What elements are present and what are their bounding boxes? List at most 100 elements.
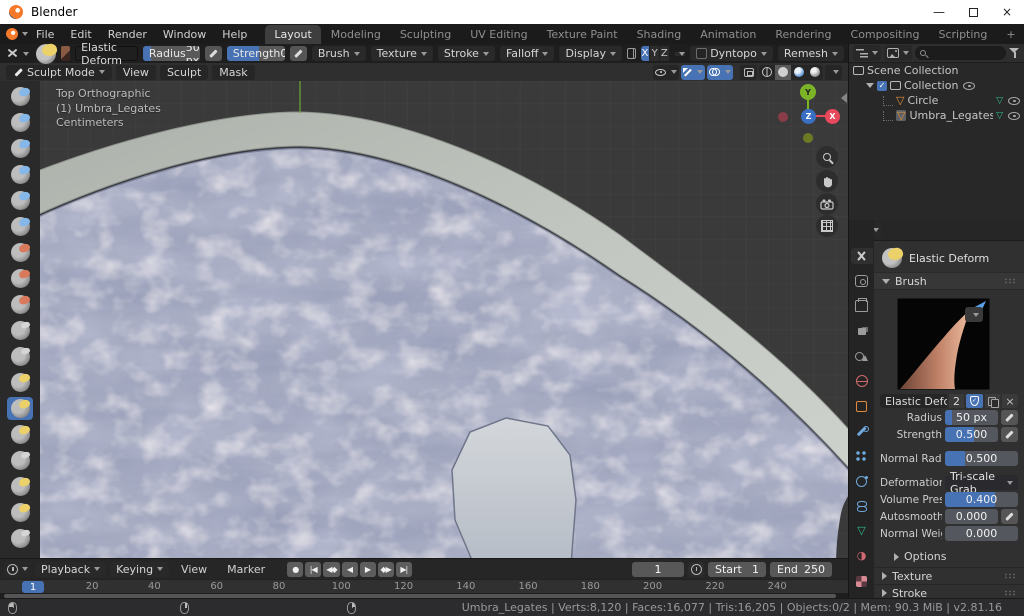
- radius-pressure-toggle[interactable]: [205, 46, 222, 61]
- disclosure-triangle-icon[interactable]: [866, 83, 874, 88]
- tool-header-dropdown[interactable]: Display: [559, 46, 622, 61]
- workspace-tab[interactable]: +: [997, 25, 1024, 44]
- workspace-tab[interactable]: Rendering: [766, 25, 840, 44]
- scrollbar-thumb[interactable]: [4, 594, 836, 598]
- outliner-item-label[interactable]: Circle: [907, 94, 938, 107]
- tab-constraints[interactable]: [851, 498, 873, 514]
- sculpt-tool-button[interactable]: [7, 423, 33, 446]
- duplicate-brush-button[interactable]: [985, 394, 1000, 408]
- strength-pressure-toggle[interactable]: [290, 46, 307, 61]
- transport-button[interactable]: ◆▶: [378, 562, 394, 577]
- strength-slider[interactable]: Strength 0.500: [227, 46, 285, 61]
- workspace-tab[interactable]: UV Editing: [461, 25, 536, 44]
- tool-header-dropdown[interactable]: Falloff: [500, 46, 554, 61]
- remesh-dropdown[interactable]: Remesh: [778, 46, 844, 61]
- minimize-button[interactable]: —: [922, 0, 956, 24]
- sculpt-tool-button[interactable]: [7, 137, 33, 160]
- collection-checkbox[interactable]: ✓: [877, 81, 887, 91]
- symmetry-axis-toggle[interactable]: X: [641, 46, 651, 61]
- sculpt-tool-button[interactable]: [7, 111, 33, 134]
- properties-editor-type-button[interactable]: [874, 222, 882, 238]
- timeline-view-menu[interactable]: View: [173, 563, 215, 576]
- property-slider[interactable]: 0.000: [945, 509, 998, 524]
- menubar-item[interactable]: Window: [155, 28, 214, 41]
- sidebar-collapse-arrow[interactable]: [841, 93, 847, 103]
- show-overlays-toggle[interactable]: [707, 65, 733, 80]
- menubar-item[interactable]: Render: [100, 28, 155, 41]
- shading-material-button[interactable]: [791, 65, 807, 80]
- outliner-row[interactable]: ✓ Collection: [849, 78, 1024, 93]
- sculpt-tool-button[interactable]: [7, 267, 33, 290]
- hide-in-viewport-toggle[interactable]: [1008, 97, 1020, 105]
- viewport-menu[interactable]: View: [116, 65, 156, 80]
- brush-name-field[interactable]: Elastic Deform: [75, 46, 138, 61]
- brush-icon[interactable]: [36, 44, 56, 64]
- brush-name-input[interactable]: Elastic Defor..: [880, 394, 947, 408]
- sculpt-tool-button[interactable]: [7, 371, 33, 394]
- tab-object[interactable]: [851, 398, 873, 414]
- sculpt-tool-button[interactable]: [7, 449, 33, 472]
- sculpt-tool-button[interactable]: [7, 501, 33, 524]
- timeline-marker-menu[interactable]: Marker: [219, 563, 273, 576]
- shading-solid-button[interactable]: [775, 65, 791, 80]
- property-slider[interactable]: 50 px: [945, 410, 998, 425]
- brush-preview[interactable]: [897, 298, 990, 390]
- sculpt-tool-button[interactable]: [7, 475, 33, 498]
- show-gizmo-toggle[interactable]: [681, 65, 705, 80]
- toggle-orthographic-button[interactable]: [816, 215, 838, 237]
- menubar-item[interactable]: Edit: [62, 28, 99, 41]
- transport-button[interactable]: ▶: [360, 562, 376, 577]
- sculpt-tool-button[interactable]: [7, 241, 33, 264]
- dyntopo-checkbox[interactable]: [696, 48, 707, 59]
- transport-button[interactable]: ●: [287, 562, 303, 577]
- panel-grip-icon[interactable]: [1004, 573, 1016, 579]
- workspace-tab[interactable]: Modeling: [322, 25, 390, 44]
- outliner-search-input[interactable]: [915, 46, 1006, 60]
- property-dropdown[interactable]: Tri-scale Grab: [945, 475, 1018, 490]
- brush-preview-dropdown[interactable]: [965, 307, 983, 322]
- workspace-tab[interactable]: Shading: [628, 25, 691, 44]
- workspace-tab[interactable]: Sculpting: [391, 25, 460, 44]
- users-count-button[interactable]: 2: [949, 394, 964, 408]
- pressure-toggle[interactable]: [1001, 509, 1018, 524]
- options-subpanel[interactable]: Options: [874, 541, 1024, 567]
- current-frame-field[interactable]: 1: [632, 562, 684, 577]
- property-slider[interactable]: 0.000: [945, 526, 1018, 541]
- tab-output[interactable]: [851, 298, 873, 314]
- close-button[interactable]: ×: [990, 0, 1024, 24]
- object-visibility-dropdown[interactable]: [653, 65, 679, 80]
- shading-options-button[interactable]: [825, 65, 842, 80]
- sculpt-tool-button[interactable]: [7, 319, 33, 342]
- outliner-row[interactable]: Scene Collection: [849, 63, 1024, 78]
- hide-in-viewport-toggle[interactable]: [1008, 112, 1020, 120]
- editor-type-button[interactable]: [4, 45, 31, 62]
- workspace-tab[interactable]: Compositing: [842, 25, 929, 44]
- outliner-row[interactable]: ▽ Circle ▽: [849, 93, 1024, 108]
- sculpt-tool-button[interactable]: [7, 527, 33, 550]
- transport-button[interactable]: ◀: [342, 562, 358, 577]
- tab-object-data[interactable]: ▽: [851, 523, 873, 539]
- dyntopo-dropdown[interactable]: Dyntopo: [690, 46, 773, 61]
- frame-end-field[interactable]: End250: [770, 562, 832, 577]
- collapsed-panel-header[interactable]: Stroke: [874, 584, 1024, 598]
- unlink-brush-button[interactable]: ×: [1002, 394, 1018, 408]
- pan-button[interactable]: [816, 170, 838, 192]
- tab-tool[interactable]: [851, 248, 873, 264]
- sculpt-tool-button[interactable]: [7, 189, 33, 212]
- filter-icon[interactable]: [1009, 48, 1020, 58]
- brush-texture-thumbnail[interactable]: [61, 46, 70, 61]
- app-menu-button[interactable]: [6, 27, 18, 41]
- gizmo-axis-x-neg[interactable]: [778, 112, 788, 122]
- workspace-tab[interactable]: Layout: [265, 25, 320, 44]
- symmetry-axis-toggle[interactable]: Z: [660, 46, 670, 61]
- timeline-ruler[interactable]: 20406080100120140160180200220240 1: [0, 579, 848, 593]
- use-preview-range-toggle[interactable]: [688, 562, 704, 577]
- tab-physics[interactable]: [851, 473, 873, 489]
- pressure-toggle[interactable]: [1001, 427, 1018, 442]
- viewport-3d[interactable]: Top Orthographic(1) Umbra_LegatesCentime…: [0, 81, 848, 558]
- property-slider[interactable]: 0.500: [945, 427, 998, 442]
- tool-header-dropdown[interactable]: Brush: [312, 46, 366, 61]
- outliner-item-label[interactable]: Collection: [904, 79, 958, 92]
- gizmo-axis-z[interactable]: Z: [801, 109, 816, 124]
- gizmo-axis-y-neg[interactable]: [803, 133, 813, 143]
